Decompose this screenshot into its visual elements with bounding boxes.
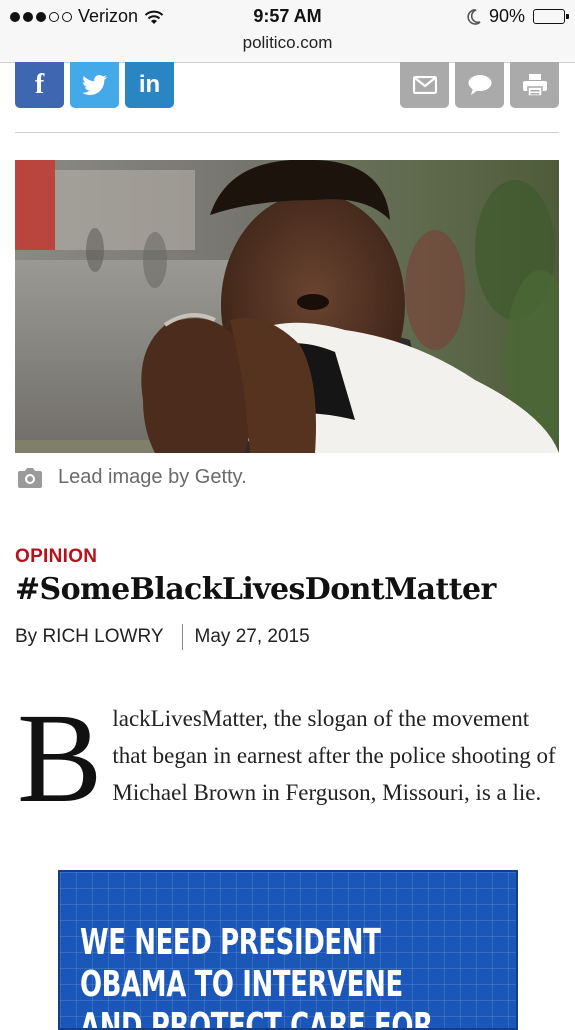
- facebook-share-button[interactable]: f: [15, 62, 64, 108]
- lead-image[interactable]: [15, 160, 559, 453]
- print-button[interactable]: [510, 62, 559, 108]
- ad-text-line: AND PROTECT CARE FOR: [80, 1006, 433, 1030]
- twitter-share-button[interactable]: [70, 62, 119, 108]
- moon-icon: [467, 8, 481, 25]
- author-byline[interactable]: By RICH LOWRY: [15, 626, 164, 648]
- linkedin-share-button[interactable]: in: [125, 62, 174, 108]
- facebook-icon: f: [34, 69, 45, 100]
- byline-separator: [181, 624, 183, 650]
- camera-icon: [18, 467, 42, 488]
- image-caption: Lead image by Getty.: [16, 466, 247, 489]
- speech-bubble-icon: [468, 75, 491, 95]
- section-kicker[interactable]: OPINION: [15, 546, 97, 568]
- byline: By RICH LOWRY May 27, 2015: [15, 624, 310, 650]
- article-body: B lackLivesMatter, the slogan of the mov…: [15, 687, 560, 829]
- ad-text-line: WE NEED PRESIDENT: [80, 922, 381, 963]
- ad-text-line: OBAMA TO INTERVENE: [80, 964, 403, 1005]
- battery-percent: 90%: [488, 6, 525, 26]
- advertisement-banner[interactable]: WE NEED PRESIDENT OBAMA TO INTERVENE AND…: [58, 870, 518, 1030]
- caption-text: Lead image by Getty.: [58, 466, 247, 488]
- lead-photo-illustration: [15, 160, 559, 453]
- drop-cap: B: [17, 687, 103, 829]
- envelope-icon: [412, 76, 437, 94]
- comments-button[interactable]: [455, 62, 504, 108]
- printer-icon: [522, 74, 547, 97]
- twitter-bird-icon: [81, 75, 107, 95]
- email-share-button[interactable]: [400, 62, 449, 108]
- first-paragraph: lackLivesMatter, the slogan of the movem…: [112, 706, 556, 805]
- article-headline: #SomeBlackLivesDontMatter: [15, 572, 496, 607]
- publish-date: May 27, 2015: [194, 626, 310, 647]
- battery-icon: [533, 9, 569, 24]
- linkedin-icon: in: [138, 71, 161, 98]
- divider: [15, 132, 559, 133]
- share-bar: f in: [0, 62, 575, 132]
- address-bar-url[interactable]: politico.com: [0, 33, 575, 53]
- status-bar: Verizon 9:57 AM politico.com 90%: [0, 0, 575, 63]
- battery-area: 90%: [467, 6, 569, 27]
